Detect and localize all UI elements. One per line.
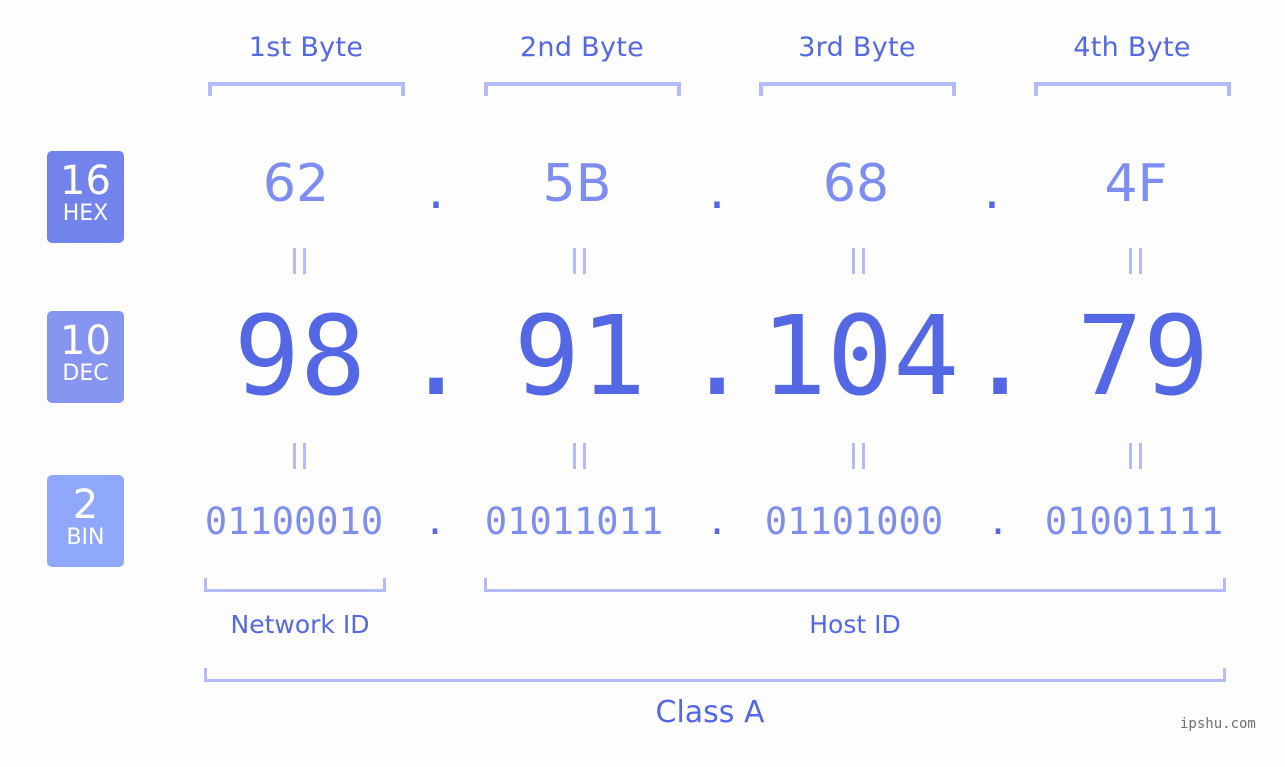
bin-base-label: BIN: [66, 525, 105, 550]
host-id-bracket: [484, 578, 1226, 592]
hex-separator-1: .: [422, 168, 450, 219]
hex-value-2: 5B: [542, 154, 612, 214]
hex-value-3: 68: [822, 154, 890, 214]
dec-value-3: 104: [760, 292, 960, 420]
equals-icon: [1126, 248, 1146, 274]
hex-value-4: 4F: [1104, 154, 1168, 214]
byte-header-3: 3rd Byte: [798, 32, 916, 63]
equals-icon: [570, 248, 590, 274]
dec-separator-2: .: [684, 292, 751, 420]
byte-bracket-3: [759, 82, 956, 96]
bin-base-number: 2: [72, 482, 99, 528]
dec-separator-3: .: [967, 292, 1034, 420]
byte-header-4: 4th Byte: [1073, 32, 1191, 63]
equals-icon: [290, 443, 310, 469]
hex-base-number: 16: [60, 158, 111, 204]
dec-value-1: 98: [233, 292, 367, 420]
bin-separator-1: .: [423, 500, 447, 543]
dec-separator-1: .: [403, 292, 470, 420]
class-bracket: [204, 668, 1226, 682]
equals-icon: [849, 248, 869, 274]
bin-separator-2: .: [705, 500, 729, 543]
hex-separator-3: .: [978, 168, 1006, 219]
dec-value-4: 79: [1076, 292, 1210, 420]
hex-base-label: HEX: [62, 201, 109, 226]
bin-value-4: 01001111: [1044, 500, 1224, 543]
byte-bracket-4: [1034, 82, 1231, 96]
equals-icon: [570, 443, 590, 469]
network-id-label: Network ID: [230, 610, 370, 639]
bin-value-2: 01011011: [484, 500, 664, 543]
hex-badge: 16 HEX: [47, 151, 124, 243]
network-id-bracket: [204, 578, 386, 592]
dec-base-label: DEC: [62, 361, 109, 386]
dec-badge: 10 DEC: [47, 311, 124, 403]
hex-separator-2: .: [703, 168, 731, 219]
byte-bracket-1: [208, 82, 405, 96]
bin-badge: 2 BIN: [47, 475, 124, 567]
bin-separator-3: .: [986, 500, 1010, 543]
equals-icon: [849, 443, 869, 469]
hex-value-1: 62: [262, 154, 330, 214]
class-label: Class A: [655, 695, 765, 730]
dec-value-2: 91: [513, 292, 647, 420]
equals-icon: [1126, 443, 1146, 469]
equals-icon: [290, 248, 310, 274]
byte-bracket-2: [484, 82, 681, 96]
watermark: ipshu.com: [1180, 716, 1256, 732]
byte-header-1: 1st Byte: [248, 32, 364, 63]
bin-value-1: 01100010: [204, 500, 384, 543]
host-id-label: Host ID: [809, 610, 901, 639]
dec-base-number: 10: [60, 318, 111, 364]
bin-value-3: 01101000: [764, 500, 944, 543]
byte-header-2: 2nd Byte: [519, 32, 645, 63]
